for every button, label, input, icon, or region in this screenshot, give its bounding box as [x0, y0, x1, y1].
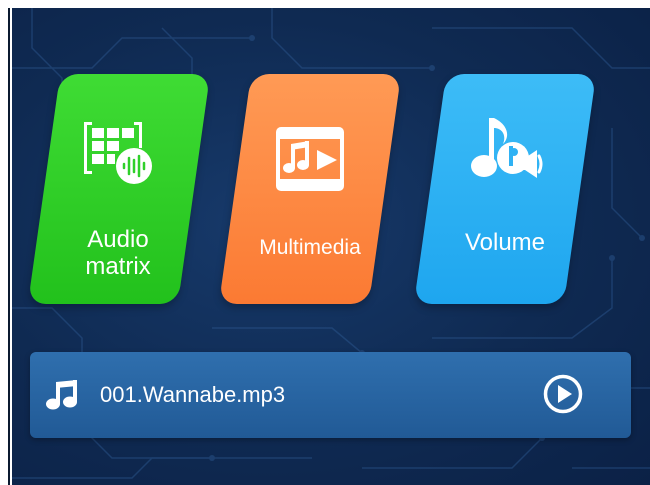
play-icon [558, 385, 572, 403]
track-name: 001.Wannabe.mp3 [100, 382, 286, 407]
volume-icon [471, 118, 543, 178]
audio-matrix-label-line1: Audio [87, 226, 149, 253]
music-note-icon [46, 380, 77, 410]
audio-matrix-icon [84, 122, 152, 184]
screen: Audio matrix Multimedia Volume 001.Wanna… [0, 0, 650, 485]
play-button[interactable] [543, 374, 583, 414]
audio-matrix-label: Audio matrix [58, 226, 178, 280]
audio-matrix-label-line2: matrix [85, 253, 151, 280]
volume-label: Volume [464, 229, 546, 256]
panel-border [8, 8, 10, 485]
multimedia-icon [276, 127, 344, 191]
multimedia-label: Multimedia [259, 236, 361, 259]
now-playing-bar[interactable]: 001.Wannabe.mp3 [30, 352, 631, 438]
